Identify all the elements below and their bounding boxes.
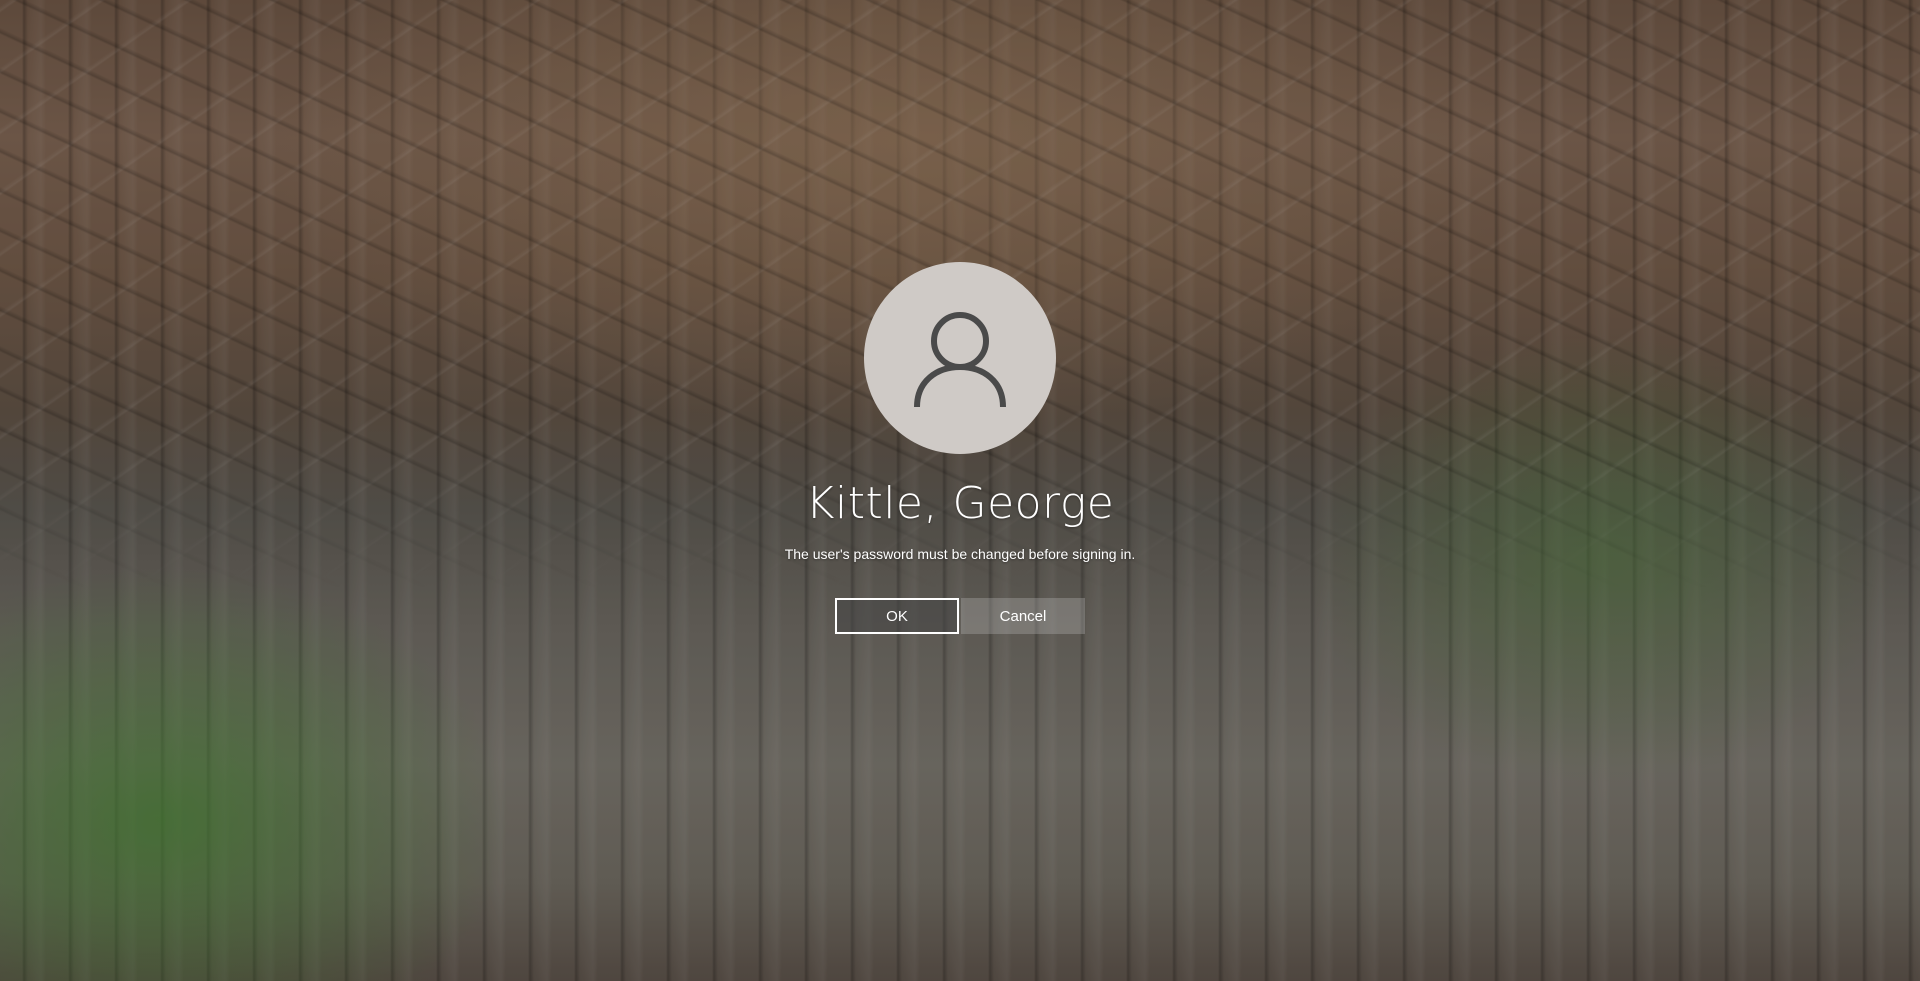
user-avatar [864, 262, 1056, 454]
user-name: Kittle, George [805, 478, 1115, 529]
ok-button[interactable]: OK [835, 598, 959, 634]
sign-in-panel: Kittle, George The user's password must … [0, 262, 1920, 634]
password-change-message: The user's password must be changed befo… [784, 546, 1136, 562]
user-icon [914, 312, 1006, 408]
lock-screen: Kittle, George The user's password must … [0, 0, 1920, 981]
cancel-button[interactable]: Cancel [961, 598, 1085, 634]
dialog-buttons: OK Cancel [835, 598, 1085, 634]
